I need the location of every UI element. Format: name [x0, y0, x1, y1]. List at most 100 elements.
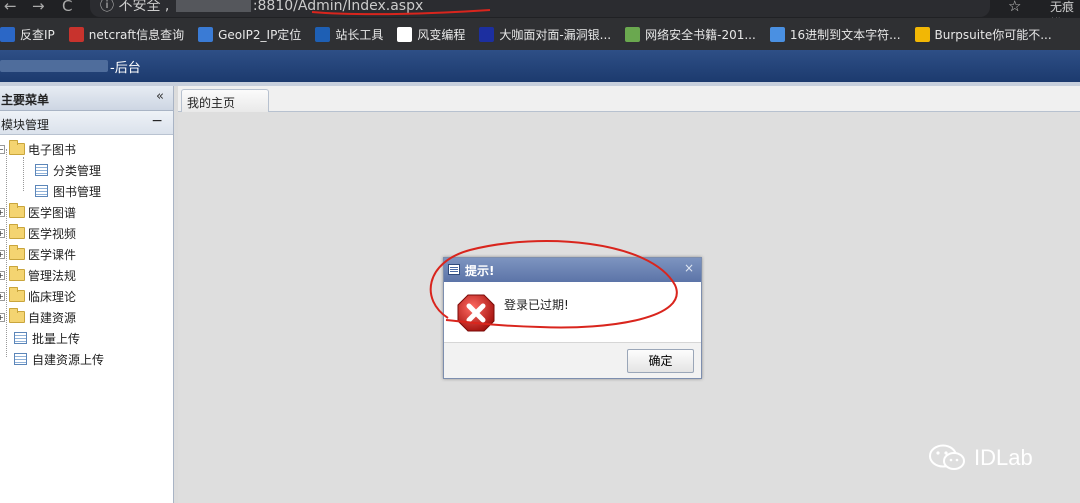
bookmark-favicon-icon — [198, 26, 214, 42]
folder-icon — [9, 266, 25, 281]
folder-icon — [9, 224, 25, 239]
reload-button[interactable]: C — [62, 0, 72, 15]
tree-folder[interactable]: + 自建资源 — [0, 307, 76, 327]
back-button[interactable]: ← — [4, 0, 17, 15]
info-icon[interactable]: ⓘ — [100, 0, 114, 14]
page-icon — [14, 353, 27, 365]
tree-label: 分类管理 — [53, 163, 102, 178]
browser-toolbar: ← → C ⓘ 不安全 , :8810/Admin/Index.aspx ☆ 无… — [0, 0, 1080, 31]
expand-node-icon[interactable]: + — [0, 312, 5, 322]
bookmark-favicon-icon — [315, 26, 331, 42]
error-icon — [457, 294, 495, 332]
dialog-footer: 确定 — [444, 342, 701, 378]
dialog-header: 提示! × — [444, 258, 701, 282]
bookmark-item[interactable]: 16进制到文本字符... — [769, 26, 901, 43]
tree-folder[interactable]: + 医学图谱 — [0, 202, 76, 222]
collapse-sidebar-icon[interactable]: « — [156, 89, 164, 104]
bookmark-item[interactable]: 风变编程 — [397, 26, 465, 43]
bookmark-label: 大咖面对面-漏洞银... — [499, 27, 612, 42]
bookmark-star-icon[interactable]: ☆ — [1008, 0, 1021, 15]
menu-tree: − 电子图书 分类管理 图书管理 + 医学图谱 + 医学视频 + 医学课件 + 管理法规 + 临床理论 + 自… — [0, 135, 173, 503]
page-icon — [14, 332, 27, 344]
folder-icon — [9, 203, 25, 218]
bookmark-favicon-icon — [769, 26, 785, 42]
app-title: -后台 — [110, 61, 141, 76]
folder-icon — [9, 287, 25, 302]
expand-node-icon[interactable]: + — [0, 291, 5, 301]
bookmark-label: 16进制到文本字符... — [789, 27, 901, 42]
ok-button[interactable]: 确定 — [627, 349, 694, 373]
bookmark-label: 网络安全书籍-201... — [645, 27, 756, 42]
bookmark-label: 反查IP — [20, 27, 55, 42]
tree-label: 临床理论 — [28, 289, 77, 304]
page-icon — [35, 164, 48, 176]
dialog-message: 登录已过期! — [504, 298, 569, 312]
bookmark-favicon-icon — [625, 26, 641, 42]
bookmark-favicon-icon — [68, 26, 84, 42]
tree-item[interactable]: 自建资源上传 — [14, 349, 104, 369]
section-collapse-icon[interactable]: − — [151, 113, 163, 129]
window-icon — [448, 264, 460, 275]
bookmark-label: netcraft信息查询 — [88, 27, 185, 42]
bookmark-item[interactable]: Burpsuite你可能不... — [914, 26, 1052, 43]
sidebar: 主要菜单 « 模块管理 − − 电子图书 分类管理 图书管理 + 医学图谱 + 医学视频 + 医学… — [0, 86, 174, 503]
tree-item[interactable]: 分类管理 — [35, 160, 101, 180]
bookmark-item[interactable]: netcraft信息查询 — [68, 26, 185, 43]
bookmark-favicon-icon — [397, 26, 413, 42]
expand-node-icon[interactable]: + — [0, 207, 5, 217]
tree-item[interactable]: 图书管理 — [35, 181, 101, 201]
security-label: 不安全 — [118, 0, 161, 14]
dialog-title: 提示! — [465, 264, 495, 278]
app-header: -后台 — [0, 50, 1080, 82]
folder-icon — [9, 140, 25, 155]
tree-folder[interactable]: + 管理法规 — [0, 265, 76, 285]
bookmark-favicon-icon — [914, 26, 930, 42]
tree-label: 医学图谱 — [28, 205, 77, 220]
tree-guide-line — [23, 157, 24, 191]
tree-label: 自建资源上传 — [32, 352, 105, 367]
bookmark-label: 风变编程 — [417, 27, 466, 42]
url-text: :8810/Admin/Index.aspx — [252, 0, 424, 14]
bookmark-item[interactable]: GeoIP2_IP定位 — [198, 26, 301, 43]
bookmark-label: GeoIP2_IP定位 — [218, 27, 302, 42]
tree-label: 管理法规 — [28, 268, 77, 283]
tree-label: 医学视频 — [28, 226, 77, 241]
tree-folder[interactable]: + 医学视频 — [0, 223, 76, 243]
tree-label: 电子图书 — [28, 142, 77, 157]
watermark-text: IDLab — [974, 445, 1033, 470]
expand-node-icon[interactable]: + — [0, 228, 5, 238]
bookmark-item[interactable]: 网络安全书籍-201... — [625, 26, 756, 43]
forward-button[interactable]: → — [32, 0, 45, 15]
session-expired-dialog: 提示! × 登录已过期! 确定 — [443, 257, 702, 379]
folder-icon — [9, 308, 25, 323]
wechat-icon — [929, 444, 965, 470]
tab-home[interactable]: 我的主页 — [181, 89, 269, 112]
sidebar-header: 主要菜单 « — [0, 86, 173, 111]
tab-strip: 我的主页 — [178, 86, 1080, 112]
expand-node-icon[interactable]: + — [0, 270, 5, 280]
bookmark-item[interactable]: 反查IP — [0, 26, 55, 43]
tree-label: 图书管理 — [53, 184, 102, 199]
tree-label: 批量上传 — [32, 331, 81, 346]
bookmark-item[interactable]: 站长工具 — [315, 26, 383, 43]
bookmarks-bar: 反查IP netcraft信息查询 GeoIP2_IP定位 站长工具 风变编程 大咖面对面… — [0, 18, 1080, 50]
tree-folder[interactable]: − 电子图书 — [0, 139, 76, 159]
module-section-title: 模块管理 — [1, 118, 50, 132]
tree-item[interactable]: 批量上传 — [14, 328, 80, 348]
sidebar-title: 主要菜单 — [1, 93, 50, 107]
redacted-host — [175, 0, 251, 12]
tree-folder[interactable]: + 医学课件 — [0, 244, 76, 264]
close-icon[interactable]: × — [684, 261, 694, 275]
expand-node-icon[interactable]: + — [0, 249, 5, 259]
module-section-header[interactable]: 模块管理 − — [0, 111, 173, 135]
bookmark-item[interactable]: 大咖面对面-漏洞银... — [479, 26, 611, 43]
tree-folder[interactable]: + 临床理论 — [0, 286, 76, 306]
folder-icon — [9, 245, 25, 260]
collapse-node-icon[interactable]: − — [0, 144, 5, 154]
page-icon — [35, 185, 48, 197]
redacted-site-name — [0, 60, 108, 72]
bookmark-label: 站长工具 — [335, 27, 384, 42]
bookmark-label: Burpsuite你可能不... — [934, 27, 1052, 42]
address-bar[interactable]: ⓘ 不安全 , :8810/Admin/Index.aspx — [90, 0, 990, 17]
bookmark-favicon-icon — [479, 26, 495, 42]
